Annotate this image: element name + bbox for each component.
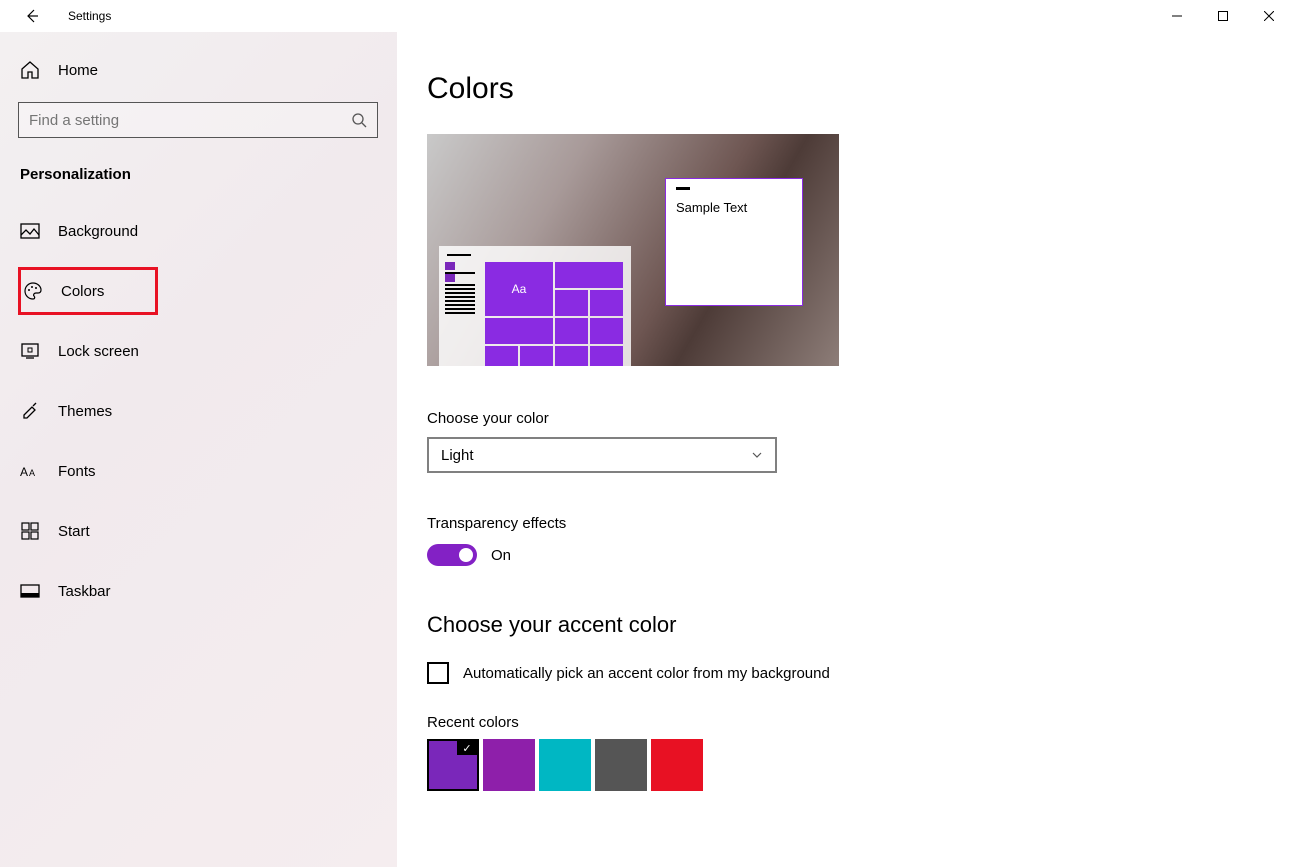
search-box[interactable]	[18, 102, 378, 138]
main-content: Colors Aa	[397, 32, 1292, 867]
auto-accent-label: Automatically pick an accent color from …	[463, 665, 830, 682]
themes-icon	[20, 401, 40, 421]
back-button[interactable]	[16, 0, 48, 32]
sidebar-item-label: Lock screen	[58, 343, 139, 360]
preview-tile-aa: Aa	[485, 262, 553, 316]
sidebar-home[interactable]: Home	[18, 52, 377, 92]
color-swatch[interactable]	[483, 739, 535, 791]
color-swatch[interactable]	[595, 739, 647, 791]
choose-color-label: Choose your color	[427, 410, 1292, 427]
close-button[interactable]	[1246, 0, 1292, 32]
sidebar-section-title: Personalization	[20, 166, 377, 183]
sidebar-item-start[interactable]: Start	[18, 507, 377, 555]
transparency-label: Transparency effects	[427, 515, 1292, 532]
preview-sample-text: Sample Text	[676, 200, 792, 215]
sidebar-item-label: Themes	[58, 403, 112, 420]
minimize-icon	[1172, 11, 1182, 21]
search-input[interactable]	[29, 112, 351, 129]
sidebar-item-themes[interactable]: Themes	[18, 387, 377, 435]
choose-color-value: Light	[441, 447, 474, 464]
minimize-button[interactable]	[1154, 0, 1200, 32]
recent-colors: ✓	[427, 739, 1292, 791]
color-swatch[interactable]	[539, 739, 591, 791]
sidebar: Home Personalization Background Colors L…	[0, 32, 397, 867]
sidebar-home-label: Home	[58, 62, 98, 79]
close-icon	[1264, 11, 1274, 21]
sidebar-item-label: Start	[58, 523, 90, 540]
auto-accent-checkbox[interactable]	[427, 662, 449, 684]
chevron-down-icon	[751, 449, 763, 461]
sidebar-item-lock-screen[interactable]: Lock screen	[18, 327, 377, 375]
sidebar-item-label: Fonts	[58, 463, 96, 480]
preview-sample-window: Sample Text	[665, 178, 803, 306]
home-icon	[20, 60, 40, 80]
sidebar-item-label: Taskbar	[58, 583, 111, 600]
check-icon: ✓	[457, 741, 477, 755]
app-title: Settings	[68, 9, 111, 23]
accent-heading: Choose your accent color	[427, 612, 1292, 638]
transparency-toggle[interactable]	[427, 544, 477, 566]
sidebar-nav: Background Colors Lock screen Themes AA …	[18, 207, 377, 615]
color-preview: Aa Sample Text	[427, 134, 839, 366]
choose-color-dropdown[interactable]: Light	[427, 437, 777, 473]
sidebar-item-taskbar[interactable]: Taskbar	[18, 567, 377, 615]
sidebar-item-background[interactable]: Background	[18, 207, 377, 255]
recent-colors-label: Recent colors	[427, 714, 1292, 731]
lock-screen-icon	[20, 341, 40, 361]
sidebar-item-colors[interactable]: Colors	[18, 267, 158, 315]
taskbar-icon	[20, 581, 40, 601]
back-arrow-icon	[24, 8, 40, 24]
picture-icon	[20, 221, 40, 241]
svg-text:A: A	[20, 465, 28, 479]
preview-start-panel: Aa	[439, 246, 631, 366]
sidebar-item-fonts[interactable]: AA Fonts	[18, 447, 377, 495]
maximize-icon	[1218, 11, 1228, 21]
maximize-button[interactable]	[1200, 0, 1246, 32]
start-icon	[20, 521, 40, 541]
palette-icon	[23, 281, 43, 301]
search-icon	[351, 112, 367, 128]
sidebar-item-label: Colors	[61, 283, 104, 300]
page-title: Colors	[427, 72, 1292, 106]
color-swatch[interactable]: ✓	[427, 739, 479, 791]
svg-text:A: A	[29, 468, 35, 478]
color-swatch[interactable]	[651, 739, 703, 791]
sidebar-item-label: Background	[58, 223, 138, 240]
fonts-icon: AA	[20, 461, 40, 481]
transparency-state: On	[491, 547, 511, 564]
